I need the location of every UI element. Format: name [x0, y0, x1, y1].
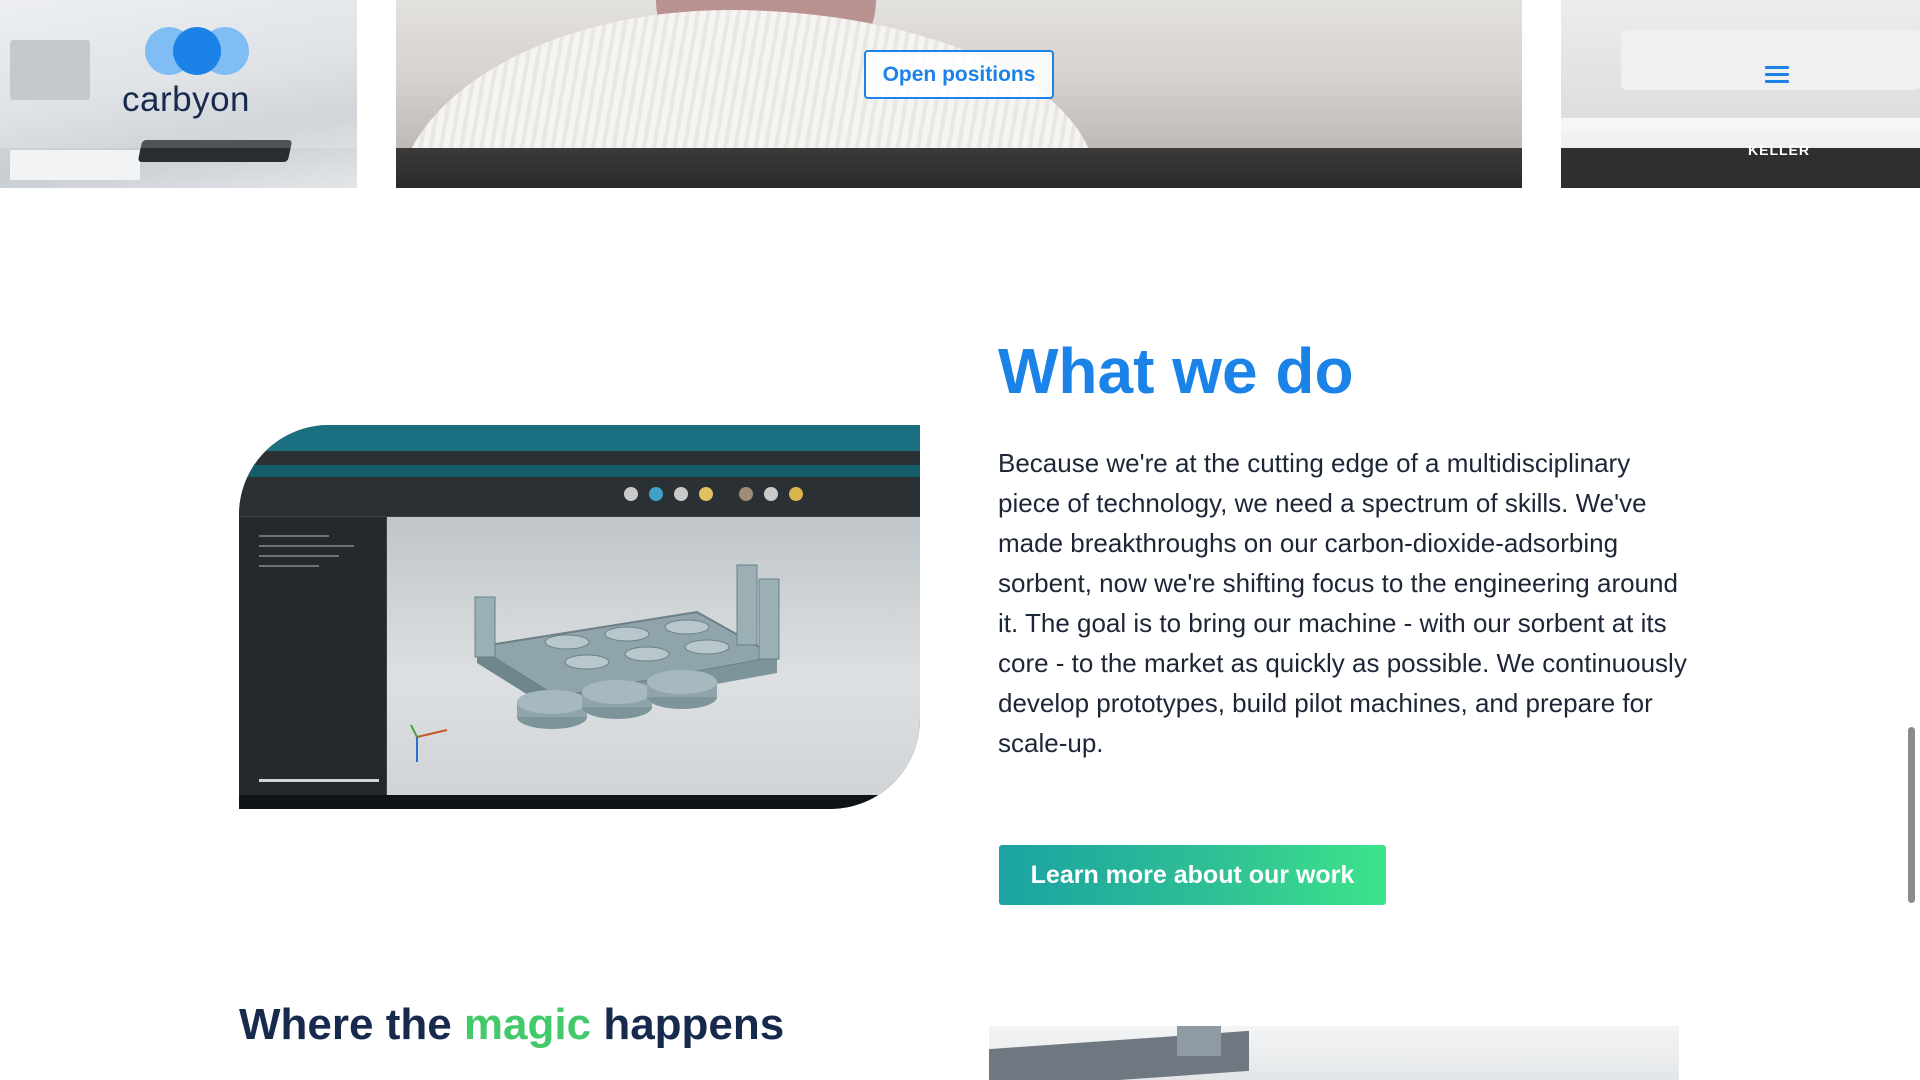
floor-shape: [396, 148, 1522, 188]
building-tower: [1177, 1026, 1221, 1056]
magic-title-highlight: magic: [463, 1000, 592, 1049]
navigator-line: [259, 535, 329, 537]
cad-tool-icon: [649, 487, 663, 501]
navigator-line: [259, 555, 339, 557]
menu-bar: [1765, 79, 1789, 83]
menu-bar: [1765, 65, 1789, 69]
logo-wordmark: carbyon: [122, 80, 251, 119]
building-photo: [989, 1026, 1679, 1080]
cad-ribbon-tabs: [239, 465, 920, 477]
menu-bar: [1765, 72, 1789, 76]
cad-tool-icon: [739, 487, 753, 501]
cad-software-image: [239, 425, 920, 809]
navigator-line: [259, 545, 354, 547]
what-we-do-title: What we do: [998, 335, 1354, 407]
cad-viewport: [387, 517, 920, 807]
cad-tool-icon: [624, 487, 638, 501]
cad-title-bar: [239, 425, 920, 451]
cad-status-bar: [239, 795, 920, 809]
paper-shape: [10, 150, 140, 180]
hamburger-menu-icon[interactable]: [1760, 60, 1794, 88]
open-positions-button[interactable]: Open positions: [864, 50, 1054, 99]
logo-mark-icon: [145, 27, 249, 75]
page-scrollbar-thumb[interactable]: [1908, 727, 1915, 903]
cad-tool-icon: [674, 487, 688, 501]
navigator-line: [259, 565, 319, 567]
carbyon-logo[interactable]: carbyon: [122, 26, 272, 126]
cad-tool-icon: [699, 487, 713, 501]
navigator-scroll: [259, 779, 379, 782]
magic-section-title: Where the magic happens: [239, 1000, 784, 1050]
cad-navigator-panel: [239, 517, 387, 809]
cad-part-model: [410, 564, 780, 762]
cad-ribbon: [239, 451, 920, 517]
what-we-do-body: Because we're at the cutting edge of a m…: [998, 448, 1687, 758]
learn-more-button[interactable]: Learn more about our work: [999, 845, 1386, 905]
cad-tool-icon: [764, 487, 778, 501]
magic-title-after: happens: [591, 1000, 785, 1049]
cad-tool-icon: [789, 487, 803, 501]
magic-title-before: Where the: [239, 1000, 464, 1049]
dark-shape: [1561, 148, 1920, 188]
